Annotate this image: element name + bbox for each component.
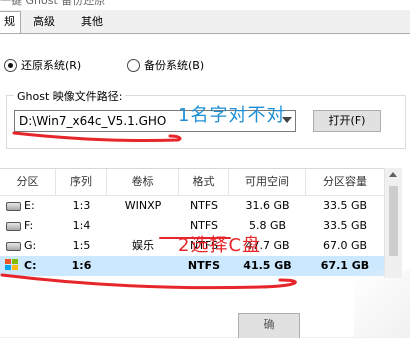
table-row-selected[interactable]: C: 1:6 NTFS 41.5 GB 67.1 GB — [0, 256, 384, 276]
cell-size: 33.5 GB — [322, 199, 368, 212]
table-row[interactable]: E: 1:3 WINXP NTFS 31.6 GB 33.5 GB — [0, 196, 384, 216]
col-label[interactable]: 卷标 — [107, 169, 179, 195]
restore-radio[interactable] — [4, 58, 17, 72]
col-sequence[interactable]: 序列 — [56, 169, 107, 195]
image-path-value: D:\Win7_x64c_V5.1.GHO — [19, 114, 167, 128]
tab-general[interactable]: 规 — [0, 11, 21, 34]
window-title: 一键 Ghost 备份还原 — [0, 0, 106, 7]
cell-partition: F: — [24, 219, 34, 232]
cell-partition: E: — [24, 199, 35, 212]
col-free-space[interactable]: 可用空间 — [229, 169, 306, 195]
cell-sequence: 1:5 — [72, 239, 91, 252]
cell-partition: C: — [24, 259, 37, 272]
restore-option[interactable]: 还原系统(R) — [4, 57, 81, 73]
cell-label: 娱乐 — [132, 239, 154, 252]
col-format[interactable]: 格式 — [179, 169, 229, 195]
cell-free: 41.5 GB — [243, 259, 292, 272]
cell-sequence: 1:4 — [72, 219, 91, 232]
scroll-up-icon[interactable] — [389, 172, 397, 177]
title-bar: 一键 Ghost 备份还原 — [0, 0, 410, 10]
tab-advanced[interactable]: 高级 — [28, 12, 60, 32]
cell-label: WINXP — [124, 199, 162, 212]
table-header: 分区 序列 卷标 格式 可用空间 分区容量 — [0, 169, 384, 196]
confirm-button[interactable]: 确 — [238, 313, 300, 338]
backup-option[interactable]: 备份系统(B) — [127, 57, 204, 73]
backup-radio[interactable] — [127, 58, 140, 72]
annotation-select-c: 2选择C盘 — [178, 235, 262, 256]
image-path-title: Ghost 映像文件路径: — [14, 88, 126, 104]
col-capacity[interactable]: 分区容量 — [306, 169, 384, 195]
tab-other[interactable]: 其他 — [76, 12, 108, 32]
cell-label — [107, 256, 179, 276]
annotation-name-check: 1名字对不对 — [178, 105, 286, 126]
open-button[interactable]: 打开(F) — [313, 110, 381, 132]
cell-format: NTFS — [189, 199, 219, 212]
tab-strip: 规 高级 其他 — [0, 10, 410, 34]
restore-label: 还原系统(R) — [21, 59, 82, 72]
scroll-thumb[interactable] — [389, 186, 398, 256]
cell-free: 31.6 GB — [245, 199, 290, 212]
cell-label — [107, 216, 179, 236]
cell-partition: G: — [24, 239, 37, 252]
cell-size: 33.5 GB — [322, 219, 368, 232]
cell-sequence: 1:6 — [71, 259, 92, 272]
watermark-fade — [354, 270, 410, 337]
cell-sequence: 1:3 — [72, 199, 91, 212]
cell-size: 67.0 GB — [322, 239, 368, 252]
partition-table: 分区 序列 卷标 格式 可用空间 分区容量 E: 1:3 WINXP NTFS … — [0, 168, 384, 279]
cell-format: NTFS — [187, 259, 221, 272]
backup-label: 备份系统(B) — [144, 59, 205, 72]
col-partition[interactable]: 分区 — [0, 169, 56, 195]
table-scrollbar[interactable] — [384, 168, 402, 278]
